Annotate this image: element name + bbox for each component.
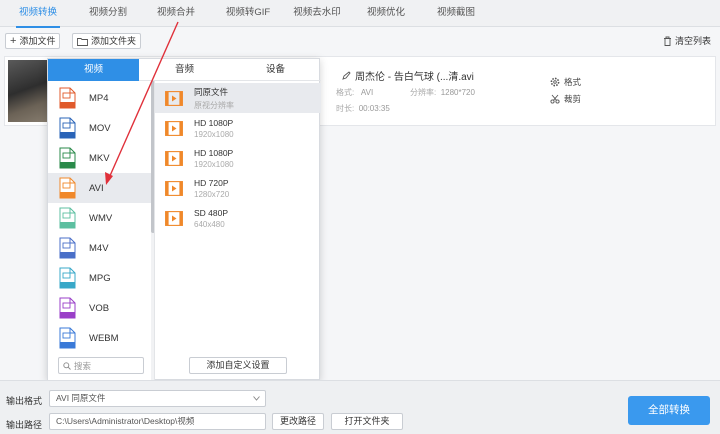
format-item-m4v[interactable]: M4V bbox=[48, 233, 151, 263]
add-custom-setting-button[interactable]: 添加自定义设置 bbox=[189, 357, 287, 374]
webm-file-icon bbox=[59, 327, 76, 349]
search-icon bbox=[63, 361, 71, 370]
edit-pen-icon[interactable] bbox=[342, 71, 351, 80]
format-label: MKV bbox=[89, 152, 110, 164]
trash-icon bbox=[664, 36, 671, 46]
scissors-icon bbox=[550, 94, 560, 104]
quality-title: 同原文件 bbox=[194, 86, 229, 97]
quality-item[interactable]: HD 1080P 1920x1080 bbox=[155, 143, 321, 173]
format-label: WEBM bbox=[89, 332, 119, 344]
format-label: AVI bbox=[89, 182, 104, 194]
format-popup: 视频 音频 设备 MP4 MOV MKV AVI WMV M4V MPG VOB WEBM 搜索… bbox=[47, 58, 321, 381]
add-folder-button[interactable]: 添加文件夹 bbox=[72, 33, 142, 49]
main-tab-bar: 视频转换 视频分割 视频合并 视频转GIF 视频去水印 视频优化 视频截图 bbox=[0, 0, 720, 28]
tab-video-watermark[interactable]: 视频去水印 bbox=[286, 0, 348, 27]
cut-action-button[interactable]: 裁剪 bbox=[550, 93, 581, 105]
format-item-webm[interactable]: WEBM bbox=[48, 323, 151, 353]
open-folder-button[interactable]: 打开文件夹 bbox=[331, 413, 403, 430]
bottom-bar: 输出格式 AVI 同原文件 输出路径 C:\Users\Administrato… bbox=[0, 380, 720, 434]
output-format-value: AVI 同原文件 bbox=[56, 393, 106, 403]
clear-list-label: 清空列表 bbox=[675, 36, 712, 46]
mkv-file-icon bbox=[59, 147, 76, 169]
output-path-label: 输出路径 bbox=[6, 420, 43, 430]
video-file-icon bbox=[165, 180, 183, 196]
file-resolution-meta: 分辨率: 1280*720 bbox=[410, 88, 475, 97]
quality-resolution: 640x480 bbox=[194, 219, 225, 229]
quality-item[interactable]: 同原文件 原视分辨率 bbox=[155, 83, 321, 113]
quality-resolution: 1280x720 bbox=[194, 189, 230, 199]
file-duration-meta: 时长: 00:03:35 bbox=[336, 104, 390, 113]
quality-item[interactable]: HD 720P 1280x720 bbox=[155, 173, 321, 203]
clear-list-button[interactable]: 清空列表 bbox=[658, 33, 716, 49]
output-format-select[interactable]: AVI 同原文件 bbox=[49, 390, 266, 407]
format-label: MOV bbox=[89, 122, 111, 134]
format-label: M4V bbox=[89, 242, 109, 254]
tab-video-convert[interactable]: 视频转换 bbox=[10, 0, 66, 28]
format-item-mpg[interactable]: MPG bbox=[48, 263, 151, 293]
video-file-icon bbox=[165, 210, 183, 226]
video-file-icon bbox=[165, 90, 183, 106]
format-item-mkv[interactable]: MKV bbox=[48, 143, 151, 173]
format-label: MP4 bbox=[89, 92, 109, 104]
quality-resolution: 1920x1080 bbox=[194, 129, 234, 139]
wmv-file-icon bbox=[59, 207, 76, 229]
file-format-meta: 格式: AVI bbox=[336, 88, 374, 97]
output-format-label: 输出格式 bbox=[6, 396, 43, 406]
mov-file-icon bbox=[59, 117, 76, 139]
chevron-down-icon bbox=[253, 396, 260, 401]
file-name: 周杰伦 - 告白气球 (...清.avi bbox=[355, 72, 474, 83]
output-path-field[interactable]: C:\Users\Administrator\Desktop\视频 bbox=[49, 413, 266, 430]
folder-icon bbox=[77, 37, 88, 46]
format-label: VOB bbox=[89, 302, 110, 314]
video-file-icon bbox=[165, 150, 183, 166]
add-file-button[interactable]: + 添加文件 bbox=[5, 33, 61, 49]
add-file-label: 添加文件 bbox=[19, 36, 56, 46]
format-label: WMV bbox=[89, 212, 113, 224]
plus-icon: + bbox=[10, 35, 17, 47]
m4v-file-icon bbox=[59, 237, 76, 259]
format-list: MP4 MOV MKV AVI WMV M4V MPG VOB WEBM bbox=[48, 81, 151, 381]
tab-video-screenshot[interactable]: 视频截图 bbox=[428, 0, 484, 27]
avi-file-icon bbox=[59, 177, 76, 199]
quality-title: HD 1080P bbox=[194, 117, 234, 128]
format-item-avi[interactable]: AVI bbox=[48, 173, 151, 203]
format-search-input[interactable]: 搜索 bbox=[58, 357, 144, 374]
vob-file-icon bbox=[59, 297, 76, 319]
mpg-file-icon bbox=[59, 267, 76, 289]
quality-item[interactable]: HD 1080P 1920x1080 bbox=[155, 113, 321, 143]
mp4-file-icon bbox=[59, 87, 76, 109]
change-path-button[interactable]: 更改路径 bbox=[272, 413, 324, 430]
format-item-wmv[interactable]: WMV bbox=[48, 203, 151, 233]
video-file-icon bbox=[165, 120, 183, 136]
format-item-vob[interactable]: VOB bbox=[48, 293, 151, 323]
quality-title: HD 720P bbox=[194, 177, 229, 188]
tab-video-merge[interactable]: 视频合并 bbox=[148, 0, 204, 27]
popup-tab-video[interactable]: 视频 bbox=[48, 59, 139, 81]
add-folder-label: 添加文件夹 bbox=[91, 36, 137, 46]
tab-video-optimize[interactable]: 视频优化 bbox=[358, 0, 414, 27]
popup-tab-audio[interactable]: 音频 bbox=[139, 59, 230, 81]
quality-item[interactable]: SD 480P 640x480 bbox=[155, 203, 321, 233]
quality-resolution: 1920x1080 bbox=[194, 159, 234, 169]
quality-title: HD 1080P bbox=[194, 147, 234, 158]
search-placeholder: 搜索 bbox=[74, 360, 92, 371]
toolbar: + 添加文件 添加文件夹 清空列表 bbox=[0, 28, 720, 53]
popup-tab-device[interactable]: 设备 bbox=[230, 59, 321, 81]
tab-video-split[interactable]: 视频分割 bbox=[80, 0, 136, 27]
gear-icon bbox=[550, 77, 560, 87]
format-item-mp4[interactable]: MP4 bbox=[48, 83, 151, 113]
quality-title: SD 480P bbox=[194, 207, 229, 218]
format-item-mov[interactable]: MOV bbox=[48, 113, 151, 143]
file-name-row: 周杰伦 - 告白气球 (...清.avi bbox=[342, 68, 474, 83]
format-label: MPG bbox=[89, 272, 111, 284]
quality-resolution: 原视分辨率 bbox=[194, 100, 234, 110]
tab-video-gif[interactable]: 视频转GIF bbox=[218, 0, 278, 27]
format-action-button[interactable]: 格式 bbox=[550, 76, 581, 88]
convert-all-button[interactable]: 全部转换 bbox=[628, 396, 710, 425]
